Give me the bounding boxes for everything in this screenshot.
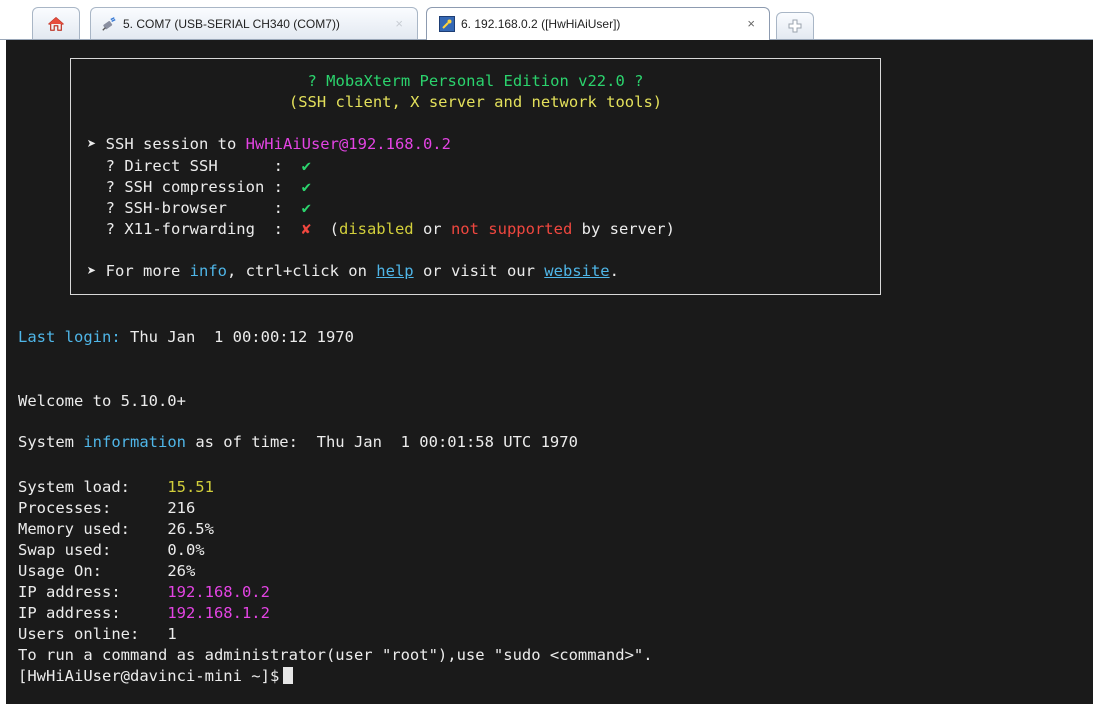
last-login-label: Last login: [18,328,121,346]
welcome-banner: ? MobaXterm Personal Edition v22.0 ? (SS… [70,58,881,295]
stat-value: 192.168.1.2 [167,604,270,622]
website-link[interactable]: website [544,262,609,280]
tab-home[interactable] [32,7,80,39]
session-target: HwHiAiUser@192.168.0.2 [245,135,451,153]
check-icon: ✔ [301,178,311,196]
last-login-value: Thu Jan 1 00:00:12 1970 [120,328,354,346]
x11-note-open: ( [310,220,339,238]
tab-ssh-session[interactable]: 6. 192.168.0.2 ([HwHiAiUser]) × [426,7,770,40]
stat-swap-used: Swap used: 0.0% [18,540,205,561]
serial-port-icon [101,16,117,32]
stat-label: Processes: [18,499,168,517]
cross-icon: ✘ [301,220,311,238]
sudo-hint: To run a command as administrator(user "… [18,646,653,664]
feature-x11-forwarding: ? X11-forwarding : ✘ (disabled or not su… [87,219,675,240]
stat-processes: Processes: 216 [18,498,195,519]
stat-value: 1 [167,625,177,643]
x11-not-supported: not supported [450,220,573,238]
tab-com7-label: 5. COM7 (USB-SERIAL CH340 (COM7)) [123,16,340,31]
banner-session-line: ➤ SSH session to HwHiAiUser@192.168.0.2 [87,134,451,155]
feature-ssh-compression: ? SSH compression : ✔ [87,177,311,198]
check-icon: ✔ [301,199,311,217]
feature-label: ? SSH-browser : [87,199,302,217]
x11-or: or [413,220,451,238]
stat-ip-address-1: IP address: 192.168.0.2 [18,582,270,603]
x11-disabled: disabled [338,220,414,238]
banner-title: ? MobaXterm Personal Edition v22.0 ? [307,72,644,90]
stat-label: System load: [18,478,168,496]
ssh-session-icon [439,16,455,32]
feature-label: ? Direct SSH : [87,157,302,175]
stat-label: Swap used: [18,541,168,559]
info-word: info [189,262,227,280]
stat-value: 15.51 [167,478,214,496]
terminal-view[interactable]: ? MobaXterm Personal Edition v22.0 ? (SS… [6,40,1093,704]
stat-value: 216 [167,499,196,517]
more-end: . [609,262,619,280]
x11-tail: by server) [572,220,675,238]
shell-prompt: [HwHiAiUser@davinci-mini ~]$ [18,667,280,685]
tab-ssh-session-label: 6. 192.168.0.2 ([HwHiAiUser]) [461,17,621,31]
sysinfo-suffix: as of time: Thu Jan 1 00:01:58 UTC 1970 [185,433,578,451]
stat-system-load: System load: 15.51 [18,477,214,498]
welcome-line: Welcome to 5.10.0+ [18,392,186,410]
stat-label: Memory used: [18,520,168,538]
stat-value: 0.0% [167,541,205,559]
more-mid: , ctrl+click on [226,262,377,280]
shell-prompt-line[interactable]: [HwHiAiUser@davinci-mini ~]$ [18,666,294,687]
stat-memory-used: Memory used: 26.5% [18,519,214,540]
feature-ssh-browser: ? SSH-browser : ✔ [87,198,311,219]
feature-label: ? X11-forwarding : [87,220,302,238]
sysinfo-line: System information as of time: Thu Jan 1… [18,432,578,453]
banner-subtitle: (SSH client, X server and network tools) [288,93,663,111]
sysinfo-word: information [83,433,186,451]
text-cursor [283,667,294,684]
stat-ip-address-2: IP address: 192.168.1.2 [18,603,270,624]
sysinfo-prefix: System [18,433,84,451]
feature-label: ? SSH compression : [87,178,302,196]
tab-com7-close-button[interactable]: × [395,16,403,31]
home-icon [48,16,64,32]
stat-value: 26.5% [167,520,214,538]
banner-more-info: ➤ For more info, ctrl+click on help or v… [87,261,619,282]
check-icon: ✔ [301,157,311,175]
tab-bar: 5. COM7 (USB-SERIAL CH340 (COM7)) × 6. 1… [0,0,1093,40]
stat-label: Usage On: [18,562,168,580]
stat-users-online: Users online: 1 [18,624,177,645]
new-tab-button[interactable] [776,12,814,39]
stat-label: IP address: [18,583,168,601]
session-prefix: ➤ SSH session to [87,135,246,153]
new-tab-icon [787,18,803,34]
stat-value: 26% [167,562,196,580]
stat-value: 192.168.0.2 [167,583,270,601]
tab-ssh-close-button[interactable]: × [747,16,755,31]
more-prefix: ➤ For more [87,262,190,280]
stat-label: IP address: [18,604,168,622]
help-link[interactable]: help [376,262,413,280]
feature-direct-ssh: ? Direct SSH : ✔ [87,156,311,177]
more-mid2: or visit our [413,262,545,280]
stat-usage-on: Usage On: 26% [18,561,195,582]
tab-com7[interactable]: 5. COM7 (USB-SERIAL CH340 (COM7)) × [90,7,418,39]
last-login-line: Last login: Thu Jan 1 00:00:12 1970 [18,327,354,348]
stat-label: Users online: [18,625,168,643]
